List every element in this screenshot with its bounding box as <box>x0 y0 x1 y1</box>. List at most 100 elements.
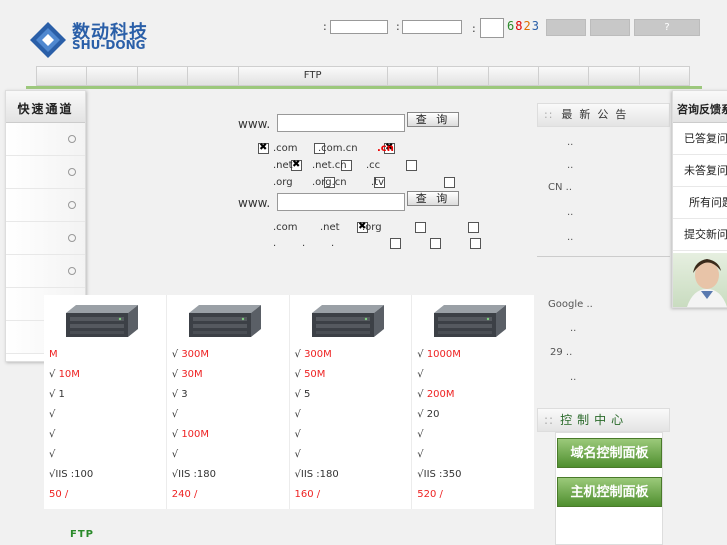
username-input[interactable] <box>330 20 388 34</box>
domain-search-input[interactable] <box>277 114 405 132</box>
tld-label: . <box>273 238 277 249</box>
nav-item-ftp[interactable]: FTP <box>239 67 388 85</box>
nav-item[interactable] <box>188 67 239 85</box>
product-spec: M <box>49 349 58 360</box>
product-spec: √ <box>417 429 424 440</box>
quick-channel-item[interactable] <box>6 156 85 189</box>
product-spec: √ 20 <box>417 409 440 420</box>
notice-item[interactable]: .. <box>567 232 573 243</box>
captcha-digit: 2 <box>523 19 532 33</box>
password-label: : <box>396 20 400 33</box>
host-control-panel-button[interactable]: 主机控制面板 <box>557 477 662 507</box>
nav-item[interactable] <box>438 67 489 85</box>
notice-item[interactable]: .. <box>567 207 573 218</box>
quick-channel-title: 快速通道 <box>6 91 85 123</box>
control-icon: :: <box>544 413 555 427</box>
product-spec: √ <box>294 429 301 440</box>
circle-icon <box>68 234 76 242</box>
tld-checkbox[interactable] <box>390 238 401 249</box>
tld-label: .com <box>273 143 298 154</box>
www-prefix: www. <box>238 196 271 210</box>
server-icon <box>66 305 138 337</box>
nav-item[interactable] <box>640 67 689 85</box>
news-item[interactable]: Google .. <box>548 299 593 310</box>
tld-checkbox[interactable] <box>406 160 417 171</box>
captcha-label: : <box>472 22 476 35</box>
tld-label: . <box>331 238 335 249</box>
product-spec: √ <box>417 369 424 380</box>
nav-divider <box>26 86 702 89</box>
feedback-unanswered[interactable]: 未答复问题 <box>673 155 727 187</box>
notice-item[interactable]: .. <box>567 160 573 171</box>
support-avatar <box>673 253 727 307</box>
product-spec: √ 5 <box>294 389 311 400</box>
feedback-all[interactable]: 所有问题 <box>673 187 727 219</box>
product-spec: √ 300M <box>171 349 210 360</box>
nav-item[interactable] <box>589 67 640 85</box>
tld-checkbox[interactable] <box>470 238 481 249</box>
product-spec: √ <box>171 449 179 460</box>
nav-item[interactable] <box>87 67 138 85</box>
quick-channel-item[interactable] <box>6 222 85 255</box>
nav-item[interactable] <box>138 67 189 85</box>
feedback-answered[interactable]: 已答复问题 <box>673 123 727 155</box>
circle-icon <box>68 168 76 176</box>
tld-label: .org.cn <box>312 177 347 188</box>
notice-item[interactable]: CN .. <box>548 182 572 193</box>
server-icon <box>188 305 261 337</box>
product-card[interactable]: √ 300M √ 50M √ 5 √ √ √ √IIS :180 160 / <box>290 295 413 509</box>
support-person-icon <box>687 259 727 307</box>
brand-name-en: SHU-DONG <box>72 38 146 52</box>
quick-channel-item[interactable] <box>6 255 85 288</box>
register-button[interactable] <box>590 19 630 36</box>
tld-checkbox[interactable] <box>430 238 441 249</box>
nav-item[interactable] <box>539 67 590 85</box>
forgot-password-button[interactable]: ? <box>634 19 700 36</box>
news-item[interactable]: 29 .. <box>550 347 572 358</box>
tld-checkbox[interactable] <box>258 142 269 154</box>
tld-label: .net <box>273 160 293 171</box>
control-center-title: 控制中心 <box>560 413 629 427</box>
product-card[interactable]: √ 300M √ 30M √ 3 √ √ 100M √ √IIS :180 240 / <box>167 295 290 509</box>
product-spec: √ 1 <box>49 389 65 400</box>
nav-item[interactable] <box>37 67 88 85</box>
tld-label: .net.cn <box>312 160 347 171</box>
captcha-input[interactable] <box>480 18 504 38</box>
product-spec: √ 100M <box>171 429 210 440</box>
tld-checkbox[interactable] <box>468 222 479 233</box>
domain-query-button-2[interactable]: 查 询 <box>407 191 459 206</box>
circle-icon <box>68 201 76 209</box>
server-icon <box>434 305 507 337</box>
news-item[interactable]: .. <box>570 323 576 334</box>
product-card[interactable]: √ 1000M √ √ 200M √ 20 √ √ √IIS :350 520 / <box>412 295 534 509</box>
captcha-digit: 6 <box>507 19 516 33</box>
control-center-header: :: 控制中心 <box>537 408 670 432</box>
product-card[interactable]: M √ 10M √ 1 √ √ √ √IIS :100 50 / <box>44 295 167 509</box>
tld-checkbox[interactable] <box>415 222 426 233</box>
tld-label: .cc <box>366 160 381 171</box>
product-spec: 160 / <box>294 489 321 500</box>
server-icon <box>311 305 384 337</box>
nav-item[interactable] <box>388 67 439 85</box>
quick-channel-item[interactable] <box>6 123 85 156</box>
product-spec: √ <box>49 429 56 440</box>
logo-icon <box>30 22 66 58</box>
feedback-submit[interactable]: 提交新问题 <box>673 219 727 251</box>
news-item[interactable]: .. <box>570 372 576 383</box>
tld-label: .com.cn <box>318 143 358 154</box>
nav-item[interactable] <box>489 67 539 85</box>
notice-item[interactable]: .. <box>567 137 573 148</box>
domain-control-panel-button[interactable]: 域名控制面板 <box>557 438 662 468</box>
domain-query-button[interactable]: 查 询 <box>407 112 459 127</box>
tld-checkbox[interactable] <box>444 177 455 188</box>
login-button[interactable] <box>546 19 586 36</box>
product-spec: √IIS :180 <box>171 469 217 480</box>
product-spec: 240 / <box>171 489 198 500</box>
product-spec: √ <box>294 449 301 460</box>
product-spec: 50 / <box>49 489 69 500</box>
captcha-image[interactable]: 6823 <box>507 19 540 33</box>
captcha-digit: 3 <box>531 19 540 33</box>
password-input[interactable] <box>402 20 462 34</box>
domain-batch-input[interactable] <box>277 193 405 211</box>
quick-channel-item[interactable] <box>6 189 85 222</box>
